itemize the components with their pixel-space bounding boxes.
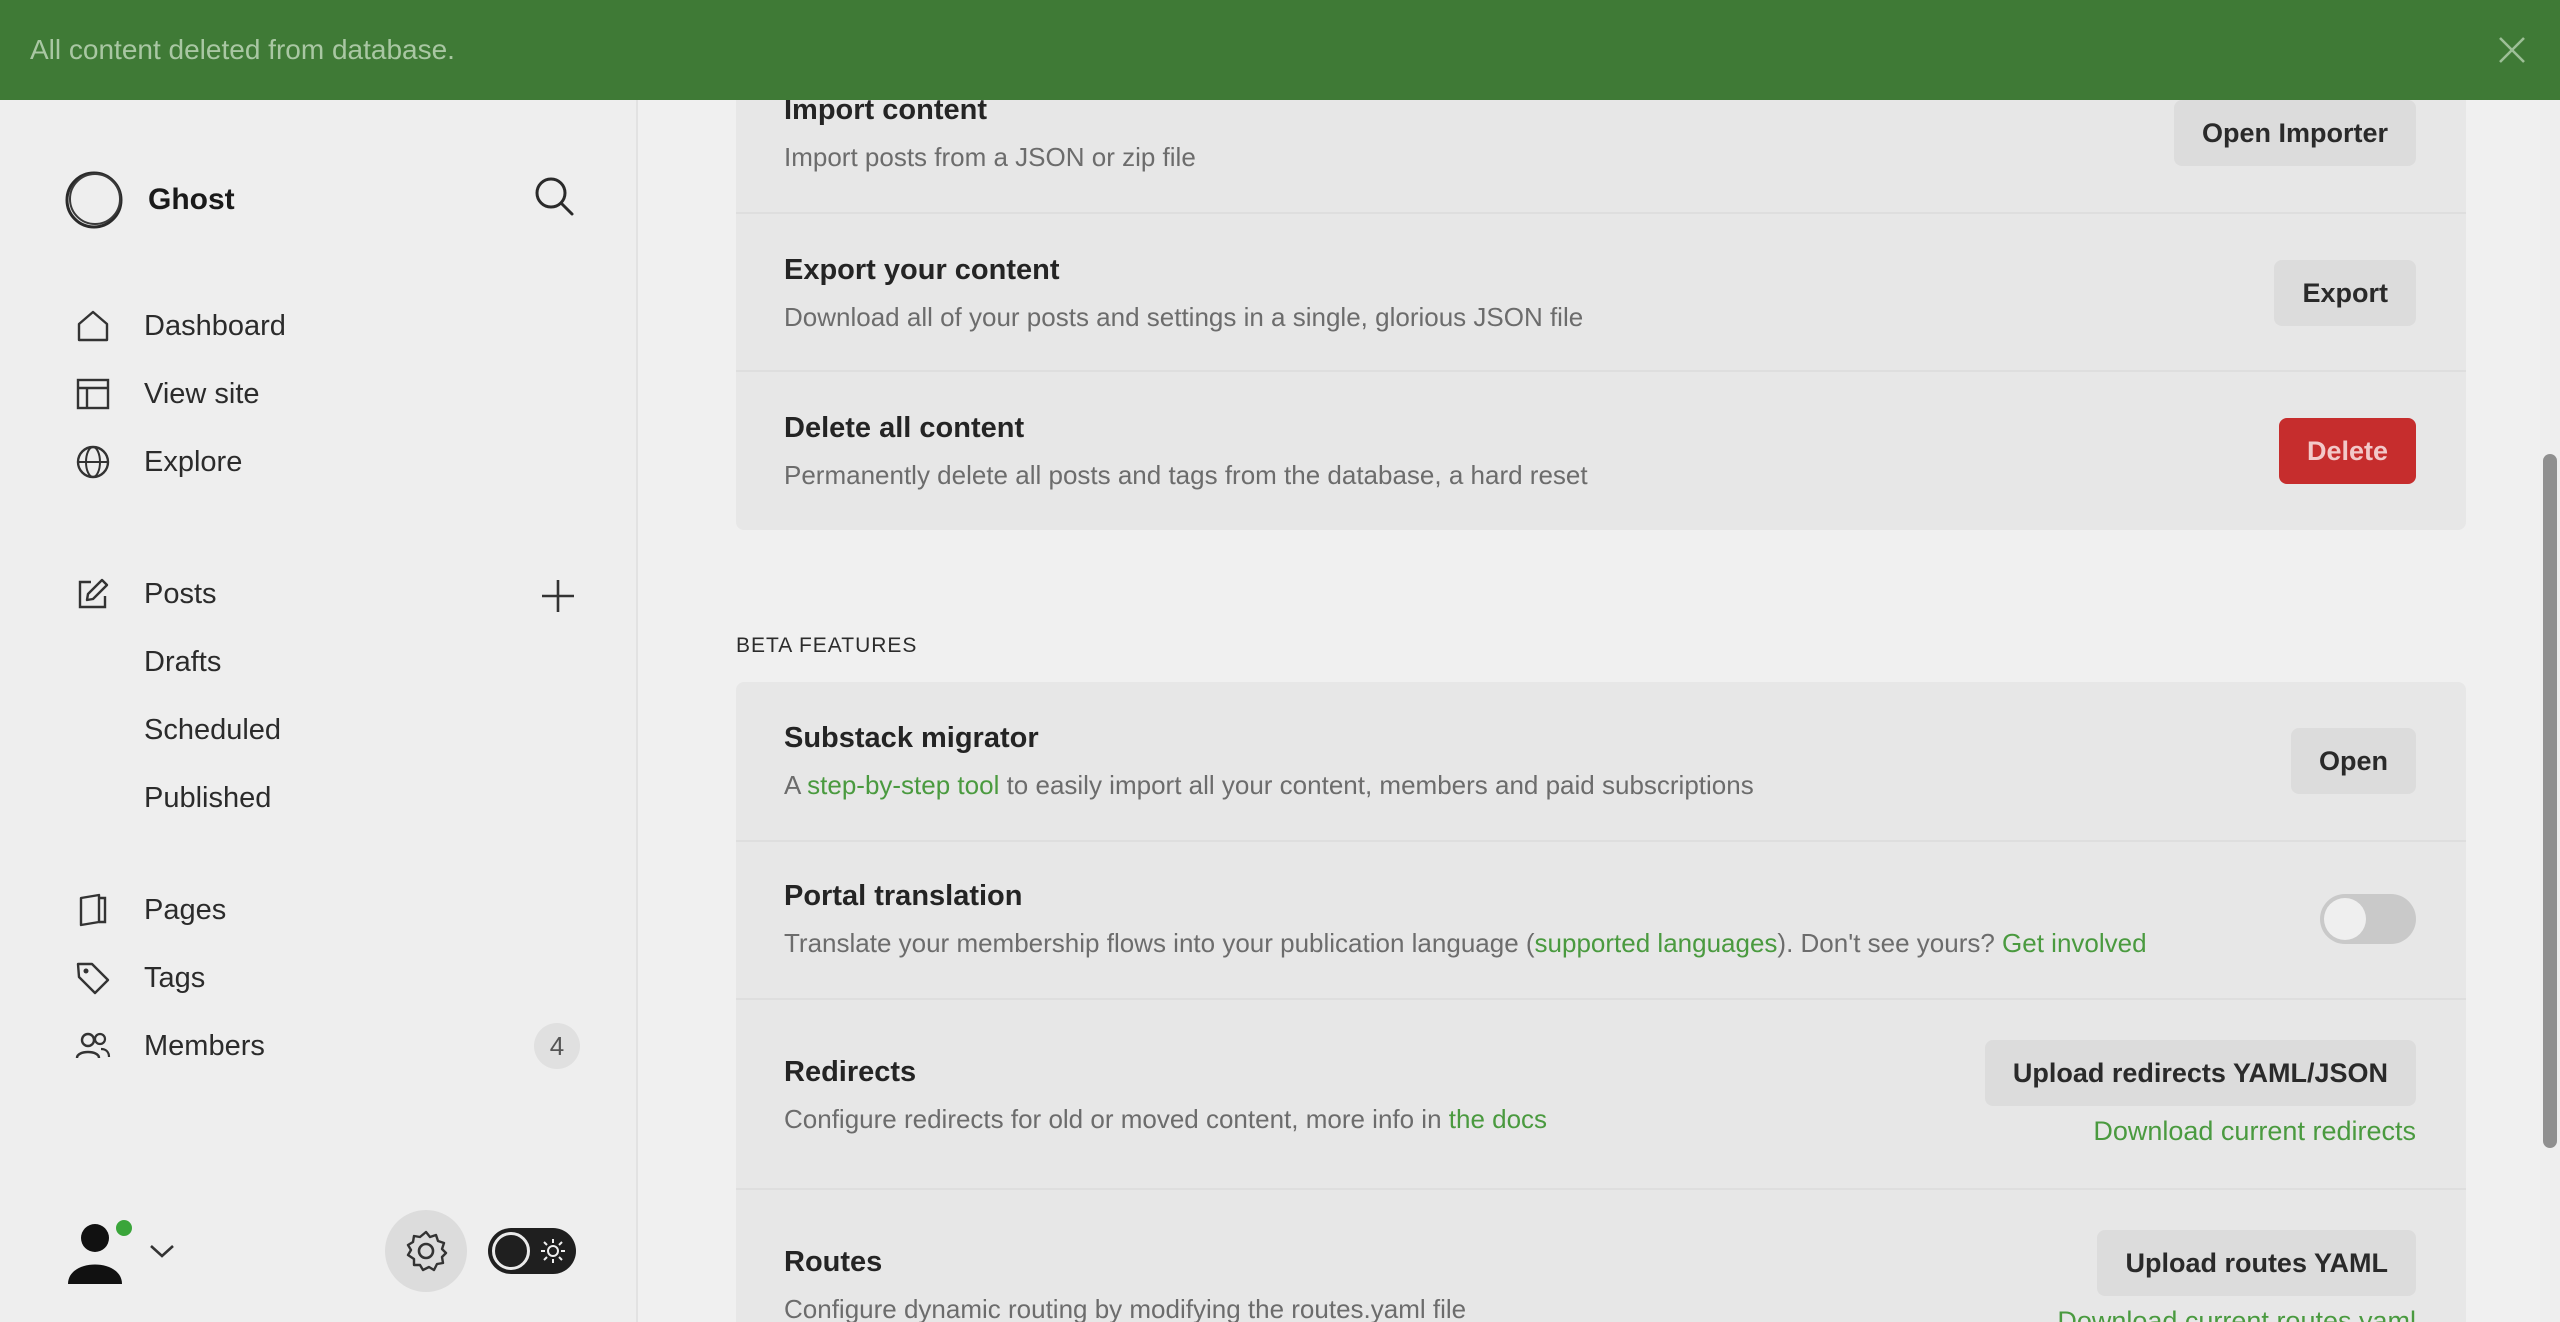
user-menu[interactable] [64,1218,176,1284]
portal-translation-toggle[interactable] [2320,894,2416,944]
home-icon [74,307,112,345]
scrollbar-thumb[interactable] [2543,454,2557,1148]
search-icon[interactable] [532,174,576,218]
scrollbar[interactable] [2540,100,2560,1322]
delete-button[interactable]: Delete [2278,418,2416,484]
tag-icon [74,959,112,997]
theme-toggle-knob [492,1232,530,1270]
nav-view-site-label: View site [144,377,260,410]
export-desc: Download all of your posts and settings … [784,302,1584,332]
redirects-title: Redirects [784,1056,917,1088]
portal-desc-mid: ). Don't see yours? [1777,928,2003,958]
gear-icon [406,1230,448,1272]
members-count-badge: 4 [534,1023,580,1069]
nav-dashboard-label: Dashboard [144,309,286,342]
nav-tags-label: Tags [144,961,206,994]
the-docs-link[interactable]: the docs [1449,1104,1547,1134]
main-content: Import content Import posts from a JSON … [640,0,2540,1322]
download-routes-link[interactable]: Download current routes.yaml [2057,1306,2416,1322]
nav-posts-label: Posts [144,577,217,610]
import-desc: Import posts from a JSON or zip file [784,142,1196,172]
substack-desc-prefix: A [784,770,808,800]
nav-tags[interactable]: Tags [74,948,580,1008]
nav-posts[interactable]: Posts [74,564,580,624]
export-button[interactable]: Export [2274,260,2416,326]
export-row: Export your content Download all of your… [736,214,2466,372]
notification-text: All content deleted from database. [30,34,455,65]
portal-row: Portal translation Translate your member… [736,842,2466,1000]
nav-dashboard[interactable]: Dashboard [74,296,580,356]
nav-members[interactable]: Members 4 [74,1016,580,1076]
new-post-plus-icon[interactable] [538,576,578,616]
nav-members-label: Members [144,1029,265,1062]
supported-languages-link[interactable]: supported languages [1535,928,1778,958]
nav-scheduled[interactable]: Scheduled [144,700,281,760]
migration-card: Import content Import posts from a JSON … [736,60,2466,530]
download-redirects-link[interactable]: Download current redirects [2093,1116,2416,1147]
beta-features-heading: BETA FEATURES [736,634,918,657]
pages-icon [74,891,112,929]
nav-view-site[interactable]: View site [74,364,580,424]
globe-icon [74,443,112,481]
substack-desc: A step-by-step tool to easily import all… [784,770,1754,801]
sidebar: Ghost Dashboard View site Explore Posts … [0,100,638,1322]
routes-desc: Configure dynamic routing by modifying t… [784,1294,1467,1322]
upload-routes-button[interactable]: Upload routes YAML [2097,1230,2416,1296]
open-importer-button[interactable]: Open Importer [2173,100,2416,166]
delete-row: Delete all content Permanently delete al… [736,372,2466,530]
close-icon[interactable] [2494,32,2530,68]
get-involved-link[interactable]: Get involved [2002,928,2147,958]
routes-title: Routes [784,1246,883,1278]
theme-toggle[interactable] [488,1228,576,1274]
substack-title: Substack migrator [784,722,1039,754]
notification-banner: All content deleted from database. [0,0,2560,100]
nav-published[interactable]: Published [144,768,271,828]
nav-pages[interactable]: Pages [74,880,580,940]
members-icon [74,1027,112,1065]
sun-icon [541,1239,565,1263]
substack-desc-suffix: to easily import all your content, membe… [999,770,1754,800]
nav-drafts[interactable]: Drafts [144,632,221,692]
delete-title: Delete all content [784,412,1025,444]
portal-title: Portal translation [784,880,1023,912]
nav-pages-label: Pages [144,893,227,926]
step-by-step-link[interactable]: step-by-step tool [807,770,999,800]
layout-icon [74,375,112,413]
substack-open-button[interactable]: Open [2290,728,2416,794]
upload-redirects-button[interactable]: Upload redirects YAML/JSON [1984,1040,2416,1106]
redirects-desc: Configure redirects for old or moved con… [784,1104,1547,1135]
avatar [64,1218,134,1284]
chevron-down-icon [150,1245,174,1258]
ghost-logo-icon [65,171,123,229]
routes-row: Routes Configure dynamic routing by modi… [736,1190,2466,1322]
redirects-row: Redirects Configure redirects for old or… [736,1000,2466,1190]
portal-desc-prefix: Translate your membership flows into you… [784,928,1535,958]
portal-desc: Translate your membership flows into you… [784,928,2147,959]
nav-explore-label: Explore [144,445,243,478]
pencil-icon [74,575,112,613]
export-title: Export your content [784,254,1060,286]
delete-desc: Permanently delete all posts and tags fr… [784,460,1588,490]
portal-toggle-knob [2324,898,2366,940]
nav-explore[interactable]: Explore [74,432,580,492]
beta-card: Substack migrator A step-by-step tool to… [736,682,2466,1322]
redirects-desc-prefix: Configure redirects for old or moved con… [784,1104,1449,1134]
brand-name: Ghost [148,183,235,216]
brand[interactable]: Ghost [64,170,235,230]
settings-button[interactable] [385,1210,467,1292]
online-status-dot [114,1218,134,1238]
substack-row: Substack migrator A step-by-step tool to… [736,682,2466,842]
